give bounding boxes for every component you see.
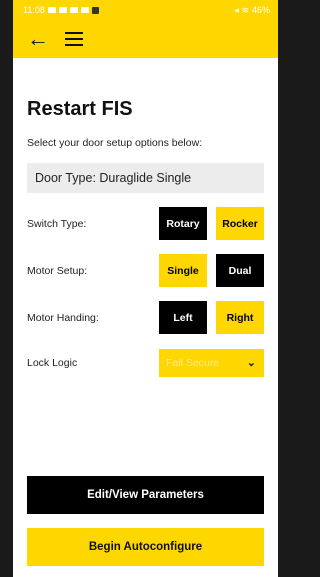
app-screen: 11:08 ◂ ≋ 46% ← Restart FIS Select your … — [13, 0, 278, 577]
switch-type-label: Switch Type: — [27, 217, 87, 230]
lock-logic-value: Fail Secure — [166, 356, 220, 369]
dual-button[interactable]: Dual — [216, 254, 264, 287]
motor-handing-label: Motor Handing: — [27, 311, 99, 324]
notification-icon — [47, 7, 56, 13]
status-bar: 11:08 ◂ ≋ 46% — [13, 0, 278, 20]
begin-autoconfigure-button[interactable]: Begin Autoconfigure — [27, 528, 264, 566]
lock-logic-label: Lock Logic — [27, 356, 78, 369]
arrow-left-icon[interactable]: ← — [27, 28, 49, 50]
lock-logic-select[interactable]: Fail Secure ⌄ — [159, 348, 264, 377]
motor-setup-label: Motor Setup: — [27, 264, 88, 277]
lock-logic-row: Lock Logic Fail Secure ⌄ — [27, 346, 264, 379]
wifi-signal-icon: ◂ ≋ — [234, 4, 249, 15]
single-button[interactable]: Single — [159, 254, 207, 287]
page-subtitle: Select your door setup options below: — [27, 137, 203, 149]
left-button[interactable]: Left — [159, 301, 207, 334]
chevron-down-icon: ⌄ — [246, 357, 256, 369]
notification-icon — [80, 7, 89, 13]
status-right: ◂ ≋ 46% — [234, 5, 270, 16]
right-button[interactable]: Right — [216, 301, 264, 334]
door-type-display: Door Type: Duraglide Single — [27, 163, 264, 193]
edit-view-parameters-button[interactable]: Edit/View Parameters — [27, 476, 264, 514]
status-time: 11:08 — [23, 5, 45, 15]
notification-icon — [58, 7, 67, 13]
page-title: Restart FIS — [27, 98, 133, 120]
rotary-button[interactable]: Rotary — [159, 207, 207, 240]
switch-type-row: Switch Type: Rotary Rocker — [27, 207, 264, 240]
motor-setup-row: Motor Setup: Single Dual — [27, 254, 264, 287]
battery-level: 46% — [251, 5, 270, 15]
rocker-button[interactable]: Rocker — [216, 207, 264, 240]
motor-handing-row: Motor Handing: Left Right — [27, 301, 264, 334]
status-left: 11:08 — [23, 5, 99, 15]
hamburger-menu-icon[interactable] — [65, 32, 83, 46]
app-bar: ← — [13, 20, 278, 58]
app-notification-icon — [91, 6, 99, 14]
notification-icon — [69, 7, 78, 13]
